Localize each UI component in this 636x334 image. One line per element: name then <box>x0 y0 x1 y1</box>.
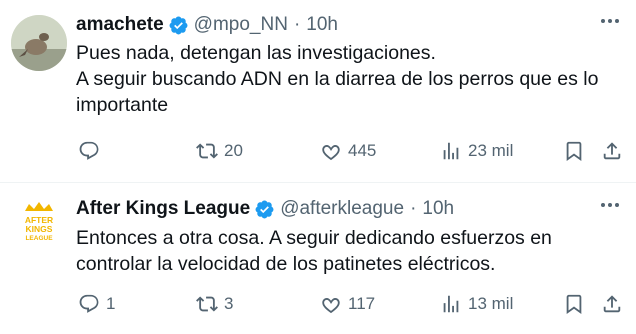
reply-button[interactable] <box>78 138 106 164</box>
repost-button[interactable]: 3 <box>196 291 233 317</box>
reply-icon <box>79 294 99 313</box>
tweet-text: Entonces a otra cosa. A seguir dedicando… <box>76 225 576 277</box>
like-icon <box>322 298 340 314</box>
bookmark-icon <box>566 141 582 162</box>
more-icon[interactable] <box>596 10 624 32</box>
verified-badge-icon <box>169 16 188 34</box>
bookmark-button[interactable] <box>563 291 585 317</box>
after-kings-league-logo: AFTER KINGS LEAGUE <box>11 197 67 253</box>
tweet-text-line: A seguir buscando ADN en la diarrea de l… <box>76 68 599 116</box>
like-count: 445 <box>348 141 377 160</box>
tweet-header: After Kings League @afterkleague · 10h <box>76 196 596 222</box>
bookmark-button[interactable] <box>563 138 585 164</box>
action-bar: 1 3 117 13 mil <box>76 291 631 317</box>
views-count: 13 mil <box>468 294 514 313</box>
author-handle[interactable]: @afterkleague <box>280 198 404 220</box>
views-button[interactable]: 13 mil <box>440 291 513 317</box>
svg-text:LEAGUE: LEAGUE <box>25 235 53 242</box>
separator-dot: · <box>410 198 417 219</box>
reply-button[interactable]: 1 <box>78 291 115 317</box>
bookmark-icon <box>566 294 582 315</box>
repost-count: 20 <box>224 141 243 160</box>
share-button[interactable] <box>601 138 623 164</box>
svg-text:KINGS: KINGS <box>26 224 53 234</box>
separator-dot: · <box>293 14 301 35</box>
tweet-text-line: Pues nada, detengan las investigaciones. <box>76 42 436 64</box>
share-button[interactable] <box>601 291 623 317</box>
repost-icon <box>196 143 218 159</box>
author-handle[interactable]: @mpo_NN <box>194 14 288 36</box>
share-icon <box>603 142 621 160</box>
verified-badge-icon <box>255 200 274 218</box>
views-button[interactable]: 23 mil <box>440 138 513 164</box>
views-count: 23 mil <box>468 141 514 160</box>
avatar-image <box>11 15 67 71</box>
like-button[interactable]: 445 <box>320 138 376 164</box>
repost-icon <box>196 296 218 312</box>
reply-count: 1 <box>106 294 116 313</box>
action-bar: 20 445 23 mil <box>76 138 631 164</box>
repost-count: 3 <box>224 294 234 313</box>
tweet-header: amachete @mpo_NN · 10h <box>76 12 596 38</box>
tweet[interactable]: amachete @mpo_NN · 10h Pues nada, deteng… <box>0 0 636 183</box>
author-name[interactable]: amachete <box>76 14 164 36</box>
author-name[interactable]: After Kings League <box>76 198 250 220</box>
share-icon <box>603 295 621 313</box>
like-icon <box>322 145 340 161</box>
tweet-text: Pues nada, detengan las investigaciones.… <box>76 40 621 118</box>
reply-icon <box>79 141 99 160</box>
more-icon[interactable] <box>596 194 624 216</box>
like-button[interactable]: 117 <box>320 291 375 317</box>
timestamp[interactable]: 10h <box>422 198 454 220</box>
avatar[interactable]: AFTER KINGS LEAGUE <box>11 197 67 253</box>
timestamp[interactable]: 10h <box>306 14 338 36</box>
views-icon <box>443 142 459 160</box>
repost-button[interactable]: 20 <box>196 138 243 164</box>
avatar[interactable] <box>11 15 67 71</box>
views-icon <box>443 295 459 313</box>
tweet[interactable]: AFTER KINGS LEAGUE After Kings League @a… <box>0 183 636 334</box>
like-count: 117 <box>348 294 376 313</box>
tweet-text-line: Entonces a otra cosa. A seguir dedicando… <box>76 227 552 275</box>
